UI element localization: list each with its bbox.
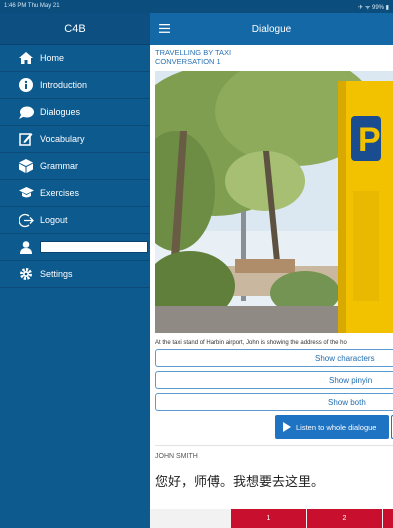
sidebar-item-label: Grammar <box>40 161 78 171</box>
lesson-title: TRAVELLING BY TAXI CONVERSATION 1 <box>150 45 393 71</box>
home-icon <box>18 51 34 65</box>
tab-1[interactable]: 1 <box>230 509 306 528</box>
main-panel: Dialogue TRAVELLING BY TAXI CONVERSATION… <box>150 13 393 528</box>
status-bar: 1:46 PM Thu May 21 ✈ ᯤ 99% ▮ <box>0 0 393 13</box>
page-title: Dialogue <box>251 23 292 35</box>
sidebar-item-settings[interactable]: Settings <box>0 261 150 288</box>
user-name-input[interactable] <box>41 245 147 256</box>
speaker-name: JOHN SMITH <box>155 453 198 460</box>
line-tabs: 1 2 <box>150 509 393 528</box>
graduation-cap-icon <box>18 186 34 200</box>
tab-3[interactable] <box>382 509 393 528</box>
sidebar-item-home[interactable]: Home <box>0 45 150 72</box>
sidebar-title: C4B <box>0 13 150 45</box>
sidebar-item-label: Introduction <box>40 80 88 90</box>
svg-text:P: P <box>358 121 381 159</box>
sidebar-item-logout[interactable]: Logout <box>0 207 150 234</box>
status-indicators: ✈ ᯤ 99% ▮ <box>358 5 389 11</box>
top-bar: Dialogue <box>150 13 393 45</box>
user-icon <box>18 240 34 254</box>
logout-icon <box>18 213 34 227</box>
lesson-title-line1: TRAVELLING BY TAXI <box>155 48 232 57</box>
user-name-field[interactable] <box>40 241 148 256</box>
sidebar-item-dialogues[interactable]: Dialogues <box>0 99 150 126</box>
sidebar-item-vocabulary[interactable]: Vocabulary <box>0 126 150 153</box>
user-row <box>0 234 150 261</box>
sidebar-item-label: Settings <box>40 269 73 279</box>
show-both-button[interactable]: Show both <box>155 393 393 411</box>
sidebar-item-label: Vocabulary <box>40 134 85 144</box>
sidebar-item-introduction[interactable]: Introduction <box>0 72 150 99</box>
sidebar: C4B Home Introduction Dialogues Vocabula… <box>0 13 150 528</box>
hamburger-icon <box>158 20 170 38</box>
tab-spacer <box>150 509 230 528</box>
listen-row: Listen to whole dialogue <box>150 415 393 445</box>
photo-caption: At the taxi stand of Harbin airport, Joh… <box>155 340 347 346</box>
dialogue-photo: P <box>155 71 393 333</box>
play-icon <box>283 422 291 432</box>
lesson-title-line2: CONVERSATION 1 <box>155 57 221 66</box>
show-characters-button[interactable]: Show characters <box>155 349 393 367</box>
cube-icon <box>18 159 34 173</box>
menu-button[interactable] <box>150 13 178 45</box>
listen-button-label: Listen to whole dialogue <box>296 422 377 432</box>
app-window: 1:46 PM Thu May 21 ✈ ᯤ 99% ▮ C4B Home In… <box>0 0 393 528</box>
sidebar-item-label: Home <box>40 53 65 63</box>
dialogue-line: 您好，师傅。我想要去这里。 <box>155 475 325 490</box>
sidebar-item-label: Logout <box>40 215 68 225</box>
gear-icon <box>18 267 34 281</box>
sidebar-item-label: Dialogues <box>40 107 81 117</box>
sidebar-item-grammar[interactable]: Grammar <box>0 153 150 180</box>
tab-2[interactable]: 2 <box>306 509 382 528</box>
show-pinyin-button[interactable]: Show pinyin <box>155 371 393 389</box>
edit-icon <box>18 132 34 146</box>
sidebar-item-label: Exercises <box>40 188 80 198</box>
listen-whole-dialogue-button[interactable]: Listen to whole dialogue <box>275 415 389 439</box>
info-icon <box>18 78 34 92</box>
status-time: 1:46 PM Thu May 21 <box>4 3 60 9</box>
sidebar-item-exercises[interactable]: Exercises <box>0 180 150 207</box>
chat-bubble-icon <box>18 105 34 119</box>
